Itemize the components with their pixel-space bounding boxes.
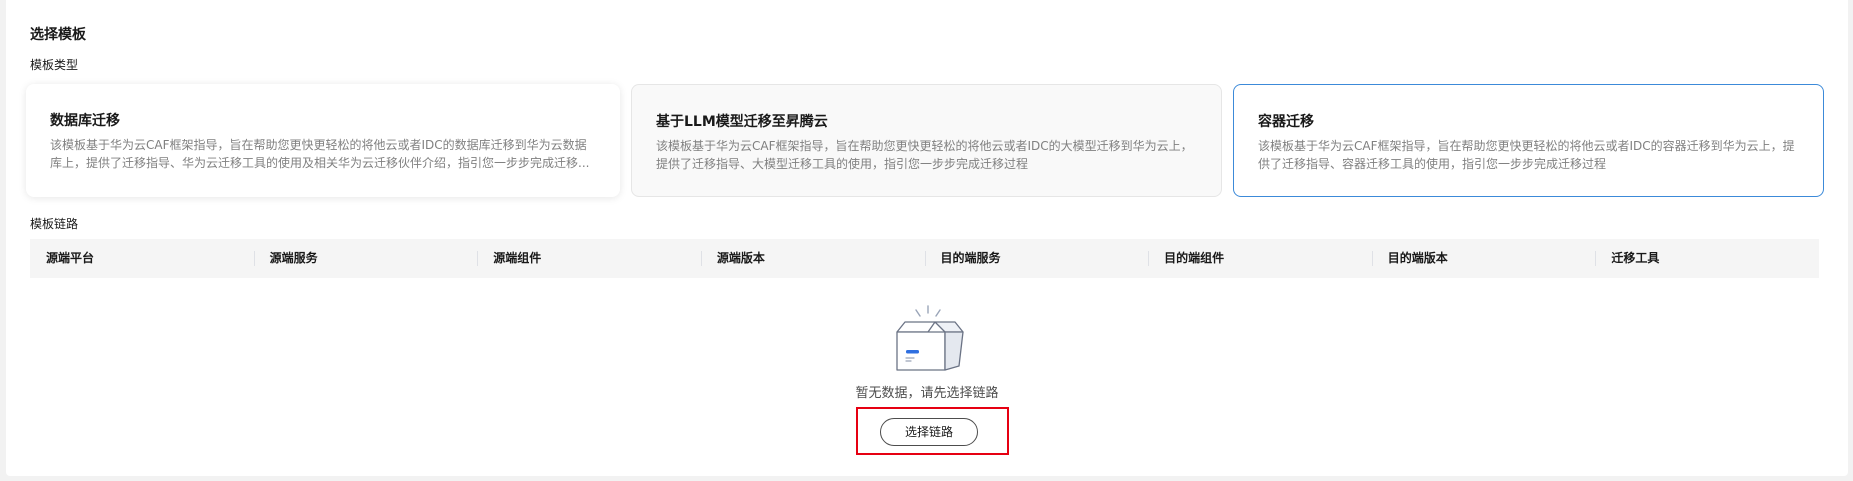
empty-box-icon (896, 305, 964, 371)
card-title: 数据库迁移 (50, 113, 120, 129)
card-description: 该模板基于华为云CAF框架指导，旨在帮助您更快更轻松的将他云或者IDC的大模型迁… (656, 139, 1193, 171)
card-description: 该模板基于华为云CAF框架指导，旨在帮助您更快更轻松的将他云或者IDC的数据库迁… (50, 138, 590, 170)
template-card-container[interactable]: 容器迁移 该模板基于华为云CAF框架指导，旨在帮助您更快更轻松的将他云或者IDC… (1233, 84, 1824, 197)
column-header: 源端服务 (253, 239, 478, 278)
column-header: 迁移工具 (1595, 239, 1819, 278)
column-header: 源端组件 (477, 239, 701, 278)
template-card-database[interactable]: 数据库迁移 该模板基于华为云CAF框架指导，旨在帮助您更快更轻松的将他云或者ID… (26, 84, 620, 197)
empty-state-text: 暂无数据，请先选择链路 (855, 386, 999, 401)
chain-table-header: 源端平台 源端服务 源端组件 源端版本 目的端服务 目的端组件 目的端版本 迁移… (30, 239, 1819, 278)
column-header: 源端版本 (700, 239, 925, 278)
card-description: 该模板基于华为云CAF框架指导，旨在帮助您更快更轻松的将他云或者IDC的容器迁移… (1258, 139, 1795, 171)
column-header: 源端平台 (46, 251, 95, 265)
card-title: 基于LLM模型迁移至昇腾云 (656, 114, 828, 130)
column-header: 目的端服务 (924, 239, 1149, 278)
card-title: 容器迁移 (1258, 114, 1314, 130)
template-panel: 选择模板 模板类型 数据库迁移 该模板基于华为云CAF框架指导，旨在帮助您更快更… (6, 0, 1848, 476)
column-header: 目的端版本 (1371, 239, 1596, 278)
select-chain-button[interactable]: 选择链路 (880, 418, 978, 446)
template-card-llm[interactable]: 基于LLM模型迁移至昇腾云 该模板基于华为云CAF框架指导，旨在帮助您更快更轻松… (631, 84, 1222, 197)
template-type-label: 模板类型 (30, 58, 79, 72)
page-title: 选择模板 (30, 27, 86, 43)
template-chain-label: 模板链路 (30, 217, 79, 231)
column-header: 目的端组件 (1148, 239, 1372, 278)
